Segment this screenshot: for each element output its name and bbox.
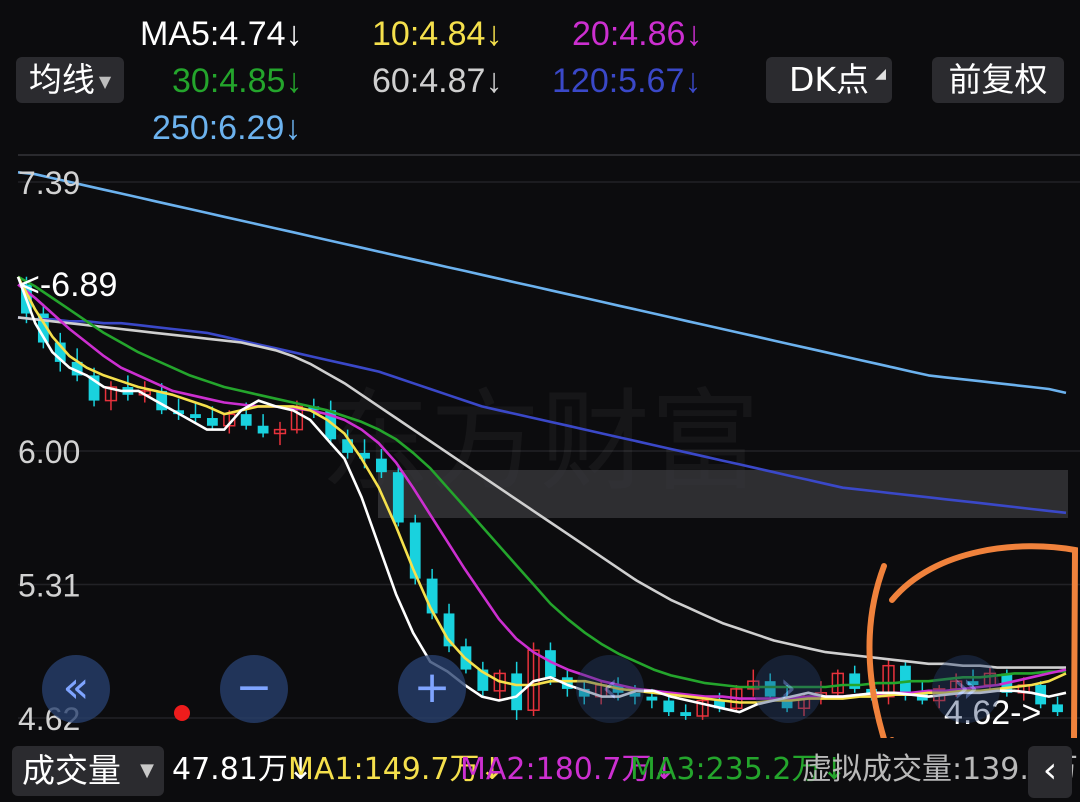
- candle: [849, 665, 861, 693]
- candle-body: [190, 414, 201, 419]
- ma250-line: [17, 171, 1067, 395]
- candle-body: [342, 439, 354, 453]
- scroll-left-fast-button[interactable]: «: [42, 655, 110, 723]
- candle-body: [849, 673, 861, 689]
- volume-selector-label: 成交量: [22, 751, 121, 790]
- candle-body: [1052, 704, 1063, 713]
- price-chart[interactable]: 东方财富 7.396.005.314.62 <-6.89 4.62->: [0, 0, 1080, 738]
- candle: [493, 669, 506, 701]
- double-chevron-left-icon: «: [62, 662, 90, 713]
- plus-icon: +: [413, 662, 451, 713]
- record-dot: [174, 705, 190, 721]
- candle: [122, 375, 134, 401]
- scroll-right-fast-button[interactable]: »: [932, 655, 1000, 723]
- candle: [882, 657, 895, 705]
- double-chevron-right-icon: »: [952, 662, 980, 713]
- volume-selector[interactable]: 成交量 ▼: [12, 746, 164, 796]
- candle: [696, 696, 709, 720]
- dropdown-arrow-icon: ▼: [140, 760, 154, 781]
- scroll-right-button[interactable]: ›: [754, 655, 822, 723]
- zoom-in-button[interactable]: +: [398, 655, 466, 723]
- chevron-left-icon: ‹: [1042, 750, 1058, 791]
- candle-body: [646, 696, 658, 701]
- collapse-button[interactable]: ‹: [1028, 746, 1072, 798]
- candle-body: [257, 425, 269, 434]
- y-tick-label: 7.39: [18, 165, 80, 201]
- candle: [831, 669, 844, 697]
- candle-body: [663, 700, 675, 713]
- candle-body: [409, 522, 421, 579]
- candle-body: [206, 418, 218, 426]
- candle-body: [680, 712, 692, 716]
- y-tick-label: 5.31: [18, 567, 80, 603]
- scroll-left-button[interactable]: ‹: [576, 655, 644, 723]
- candle-body: [376, 458, 387, 473]
- candle-body: [240, 414, 252, 426]
- candle-body: [900, 665, 911, 693]
- chevron-left-icon: ‹: [601, 662, 619, 713]
- candle: [273, 421, 287, 446]
- zoom-out-button[interactable]: −: [220, 655, 288, 723]
- candle: [511, 661, 523, 720]
- candle: [257, 414, 269, 438]
- chevron-right-icon: ›: [779, 662, 797, 713]
- volume-indicator-bar: 成交量 ▼ 47.81万↓ MA1:149.7万↓ MA2:180.7万↓ MA3…: [0, 738, 1080, 802]
- candle-body: [392, 472, 404, 523]
- minus-icon: −: [235, 662, 273, 713]
- candle: [104, 381, 118, 411]
- candle: [190, 402, 201, 422]
- candle: [54, 332, 66, 372]
- y-tick-label: 6.00: [18, 434, 80, 470]
- candle: [477, 661, 489, 697]
- max-price-label: <-6.89: [20, 266, 117, 304]
- candle: [1052, 696, 1063, 716]
